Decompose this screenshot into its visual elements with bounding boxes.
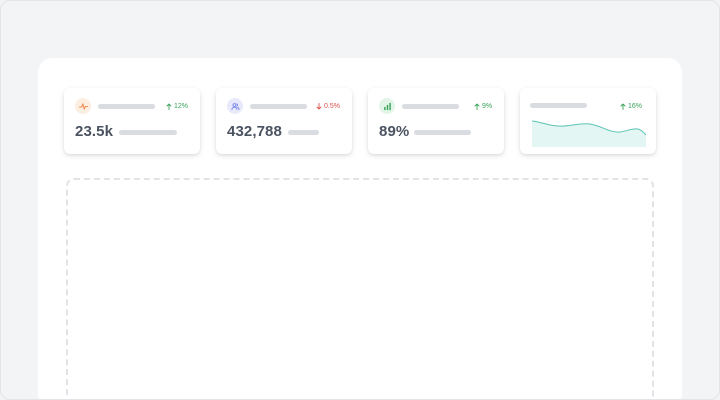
label-placeholder xyxy=(98,104,155,109)
stat-value: 23.5k xyxy=(75,123,114,140)
label-placeholder xyxy=(250,104,307,109)
sparkline-icon xyxy=(532,120,646,147)
content-placeholder-area[interactable] xyxy=(66,178,654,400)
sublabel-placeholder xyxy=(288,130,319,135)
trend-badge: 16% xyxy=(620,102,642,111)
dashboard-panel: 12% 23.5k 0.5% 432,788 9% 89% 16% xyxy=(38,58,682,400)
sublabel-placeholder xyxy=(119,130,177,135)
stat-card-trend[interactable]: 16% xyxy=(520,88,656,154)
trend-text: 16% xyxy=(628,103,643,110)
arrow-up-icon xyxy=(620,103,626,110)
trend-text: 9% xyxy=(482,103,493,110)
stat-card-users[interactable]: 0.5% 432,788 xyxy=(216,88,352,154)
stat-value: 432,788 xyxy=(227,123,282,140)
activity-icon xyxy=(75,98,91,114)
arrow-up-icon xyxy=(166,103,172,110)
users-icon xyxy=(227,98,243,114)
arrow-down-icon xyxy=(316,103,322,110)
stat-card-performance[interactable]: 9% 89% xyxy=(368,88,504,154)
trend-text: 0.5% xyxy=(324,103,340,110)
trend-text: 12% xyxy=(174,103,189,110)
stat-value: 89% xyxy=(379,123,410,140)
arrow-up-icon xyxy=(474,103,480,110)
trend-badge: 9% xyxy=(474,102,492,111)
sublabel-placeholder xyxy=(414,130,471,135)
trend-badge: 12% xyxy=(166,102,188,111)
label-placeholder xyxy=(402,104,459,109)
stat-card-activity[interactable]: 12% 23.5k xyxy=(64,88,200,154)
trend-badge: 0.5% xyxy=(316,102,340,111)
bar-chart-icon xyxy=(379,98,395,114)
label-placeholder xyxy=(530,103,587,108)
